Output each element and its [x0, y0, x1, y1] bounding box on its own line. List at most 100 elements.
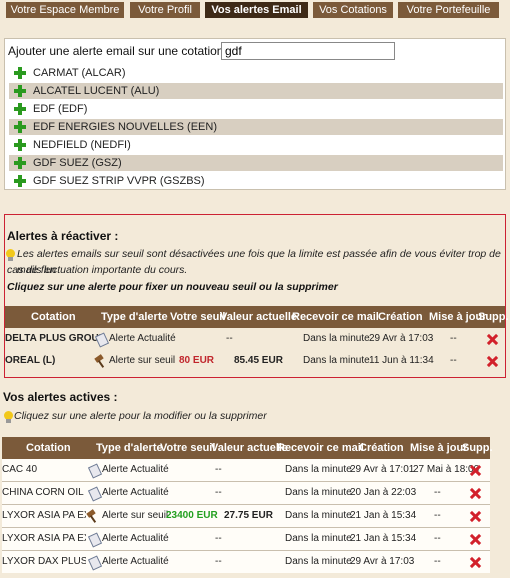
- table-row[interactable]: CHINA CORN OIL Alerte Actualité -- Dans …: [2, 482, 490, 504]
- search-result[interactable]: GDF SUEZ (GSZ): [9, 155, 503, 171]
- col-seuil: Votre seuil: [170, 311, 226, 323]
- reactivate-panel: Alertes à réactiver : Les alertes emails…: [4, 214, 509, 378]
- col-recevoir: Recevoir ce mail: [277, 442, 364, 454]
- reactivate-cta: Cliquez sur une alerte pour fixer un nou…: [7, 281, 338, 293]
- search-result[interactable]: GDF SUEZ STRIP VVPR (GSZBS): [9, 173, 503, 189]
- cell-creation: 21 Jan à 15:34: [350, 533, 417, 544]
- cell-valeur: --: [215, 533, 222, 544]
- cell-type: Alerte Actualité: [102, 464, 169, 475]
- table-row[interactable]: DELTA PLUS GROUP Alerte Actualité -- Dan…: [5, 328, 505, 350]
- cell-recevoir: Dans la minute: [303, 355, 370, 366]
- cell-seuil: 80 EUR: [179, 355, 215, 366]
- lightbulb-icon: [6, 249, 15, 261]
- cell-creation: 29 Avr à 17:01: [350, 464, 415, 475]
- delete-icon[interactable]: [470, 534, 481, 545]
- tab-espace-membre[interactable]: Votre Espace Membre: [6, 2, 124, 18]
- delete-icon[interactable]: [470, 465, 481, 476]
- search-panel: Ajouter une alerte email sur une cotatio…: [4, 38, 506, 190]
- newspaper-icon: [95, 334, 107, 344]
- delete-icon[interactable]: [487, 334, 498, 345]
- newspaper-icon: [88, 534, 100, 544]
- search-input[interactable]: [221, 42, 395, 60]
- reactivate-title: Alertes à réactiver :: [7, 229, 119, 243]
- cell-type: Alerte Actualité: [102, 556, 169, 567]
- reactivate-table-header: Cotation Type d'alerte Votre seuil Valeu…: [5, 306, 509, 328]
- cell-type: Alerte sur seuil: [109, 355, 176, 366]
- table-row[interactable]: LYXOR ASIA PA EXJP Alerte Actualité -- D…: [2, 528, 490, 550]
- col-maj: Mise à jour: [410, 442, 468, 454]
- result-label: EDF (EDF): [33, 103, 88, 115]
- cell-type: Alerte Actualité: [102, 487, 169, 498]
- table-row[interactable]: LYXOR DAX PLUS CC Alerte Actualité -- Da…: [2, 551, 490, 573]
- newspaper-icon: [88, 557, 100, 567]
- cell-valeur: 85.45 EUR: [234, 355, 283, 366]
- result-label: EDF ENERGIES NOUVELLES (EEN): [33, 121, 217, 133]
- search-result[interactable]: NEDFIELD (NEDFI): [9, 137, 503, 153]
- cell-maj: --: [434, 556, 441, 567]
- cell-cotation: DELTA PLUS GROUP: [5, 333, 106, 344]
- gavel-icon: [86, 510, 100, 522]
- cell-creation: 29 Avr à 17:03: [369, 333, 434, 344]
- cell-creation: 29 Avr à 17:03: [350, 556, 415, 567]
- cell-type: Alerte sur seuil: [102, 510, 169, 521]
- delete-icon[interactable]: [470, 488, 481, 499]
- cell-valeur: --: [215, 464, 222, 475]
- col-seuil: Votre seuil: [160, 442, 216, 454]
- reactivate-info-line2: cas de fluctuation importante du cours.: [7, 264, 188, 276]
- result-label: GDF SUEZ (GSZ): [33, 157, 122, 169]
- table-row[interactable]: CAC 40 Alerte Actualité -- Dans la minut…: [2, 459, 490, 481]
- cell-recevoir: Dans la minute: [285, 464, 352, 475]
- cell-recevoir: Dans la minute: [303, 333, 370, 344]
- col-valeur: Valeur actuelle: [220, 311, 298, 323]
- cell-creation: 11 Jun à 11:34: [369, 355, 434, 366]
- cell-cotation: LYXOR DAX PLUS CC: [2, 556, 86, 567]
- delete-icon[interactable]: [470, 511, 481, 522]
- cell-type: Alerte Actualité: [109, 333, 176, 344]
- cell-recevoir: Dans la minute: [285, 510, 352, 521]
- lightbulb-icon: [4, 411, 13, 423]
- search-result[interactable]: EDF (EDF): [9, 101, 503, 117]
- cell-creation: 21 Jan à 15:34: [350, 510, 417, 521]
- col-type: Type d'alerte: [101, 311, 168, 323]
- col-type: Type d'alerte: [96, 442, 163, 454]
- cell-recevoir: Dans la minute: [285, 533, 352, 544]
- plus-icon: [14, 103, 26, 115]
- delete-icon[interactable]: [487, 356, 498, 367]
- col-supp: Supp.: [462, 442, 493, 454]
- tab-alertes-email[interactable]: Vos alertes Email: [205, 2, 308, 18]
- search-result[interactable]: EDF ENERGIES NOUVELLES (EEN): [9, 119, 503, 135]
- col-supp: Supp.: [478, 311, 509, 323]
- cell-cotation: LYXOR ASIA PA EXJP: [2, 533, 86, 544]
- active-title: Vos alertes actives :: [3, 390, 118, 404]
- cell-cotation: CHINA CORN OIL: [2, 487, 84, 498]
- cell-type: Alerte Actualité: [102, 533, 169, 544]
- cell-maj: --: [434, 487, 441, 498]
- tab-profil[interactable]: Votre Profil: [130, 2, 200, 18]
- delete-icon[interactable]: [470, 557, 481, 568]
- result-label: ALCATEL LUCENT (ALU): [33, 85, 160, 97]
- tab-cotations[interactable]: Vos Cotations: [313, 2, 393, 18]
- search-result[interactable]: ALCATEL LUCENT (ALU): [9, 83, 503, 99]
- cell-recevoir: Dans la minute: [285, 556, 352, 567]
- col-creation: Création: [378, 311, 423, 323]
- tab-portefeuille[interactable]: Votre Portefeuille: [398, 2, 499, 18]
- search-result[interactable]: CARMAT (ALCAR): [9, 65, 503, 81]
- plus-icon: [14, 121, 26, 133]
- active-table-header: Cotation Type d'alerte Votre seuil Valeu…: [2, 437, 493, 459]
- result-label: CARMAT (ALCAR): [33, 67, 126, 79]
- table-row[interactable]: OREAL (L) Alerte sur seuil 80 EUR 85.45 …: [5, 350, 505, 372]
- cell-maj: --: [434, 510, 441, 521]
- cell-maj: --: [450, 355, 457, 366]
- cell-cotation: CAC 40: [2, 464, 38, 475]
- col-recevoir: Recevoir ce mail: [292, 311, 379, 323]
- search-label: Ajouter une alerte email sur une cotatio…: [8, 44, 231, 58]
- plus-icon: [14, 85, 26, 97]
- cell-valeur: 27.75 EUR: [224, 510, 273, 521]
- nav-tabs: Votre Espace Membre Votre Profil Vos ale…: [0, 0, 510, 20]
- cell-maj: --: [434, 533, 441, 544]
- result-label: NEDFIELD (NEDFI): [33, 139, 131, 151]
- cell-seuil: 23400 EUR: [166, 510, 218, 521]
- cell-recevoir: Dans la minute: [285, 487, 352, 498]
- table-row[interactable]: LYXOR ASIA PA EXJP Alerte sur seuil 2340…: [2, 505, 490, 527]
- cell-cotation: LYXOR ASIA PA EXJP: [2, 510, 86, 521]
